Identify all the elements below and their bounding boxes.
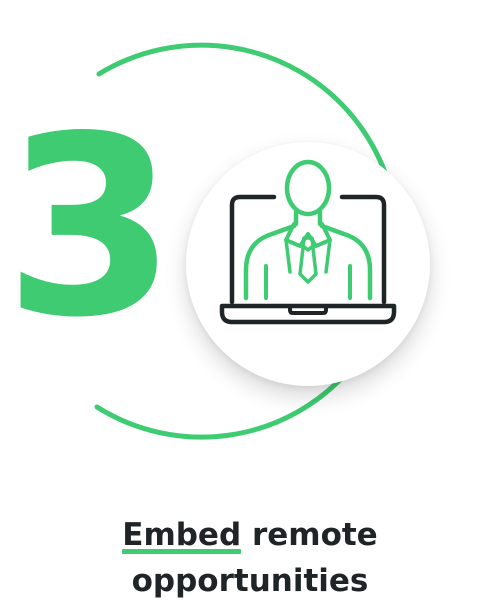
caption-highlight: Embed	[122, 512, 242, 558]
caption-line-2: opportunities	[131, 563, 369, 599]
person-head-icon	[284, 159, 332, 217]
step-caption: Embed remote opportunities	[0, 512, 500, 604]
remote-worker-laptop-icon	[219, 159, 397, 325]
step-number: 3	[4, 84, 177, 372]
caption-line-1: Embed remote	[0, 512, 500, 558]
shirt-collar-icon	[284, 222, 332, 248]
caption-line-1-rest: remote	[241, 517, 378, 553]
icon-disc	[186, 142, 430, 386]
caption-highlight-word: Embed	[122, 517, 242, 553]
step-card: 3 Embed remote opportunities	[0, 0, 500, 607]
tie-icon	[298, 236, 318, 284]
